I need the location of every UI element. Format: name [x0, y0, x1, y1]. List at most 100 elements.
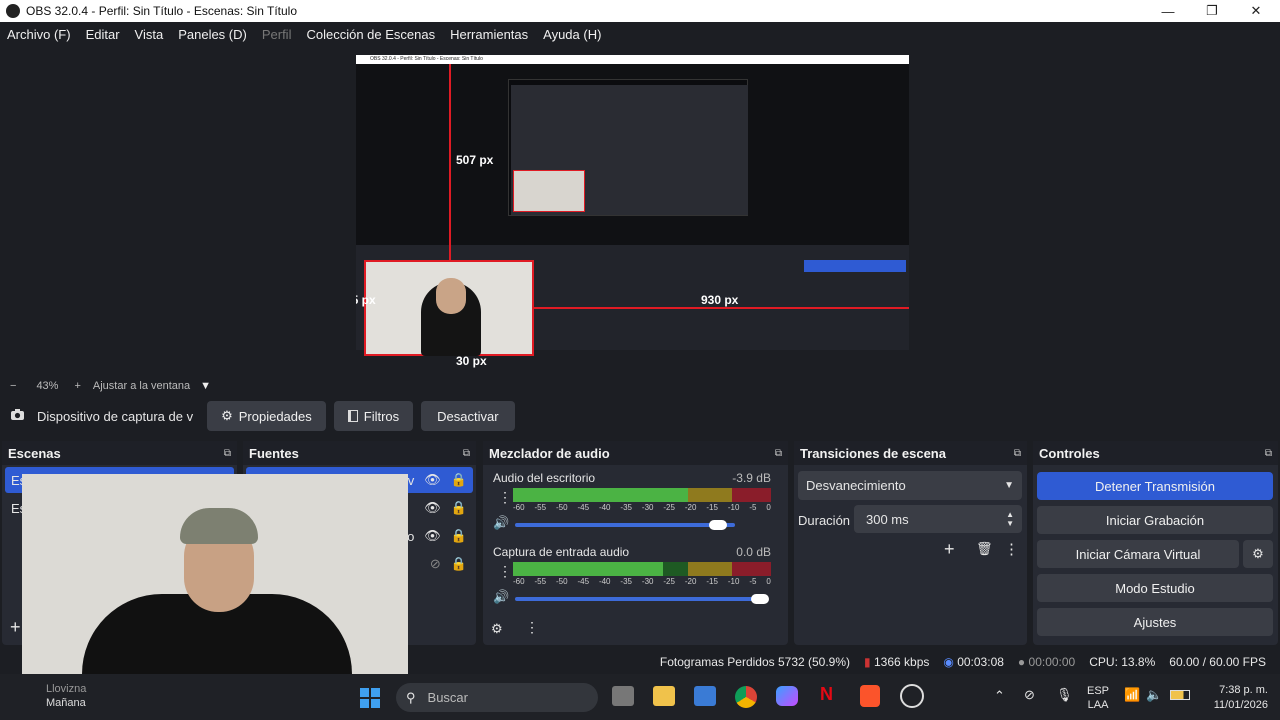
obs-taskbar-icon[interactable] [900, 684, 924, 708]
stop-stream-button[interactable]: Detener Transmisión [1037, 472, 1273, 500]
search-icon: ⚲ [406, 689, 416, 705]
properties-button[interactable]: ⚙ Propiedades [207, 401, 326, 431]
tray-chevron-icon[interactable]: ⌃ [994, 688, 1005, 704]
language-indicator[interactable]: ESP LAA [1087, 684, 1109, 712]
title-bar: OBS 32.0.4 - Perfil: Sin Título - Escena… [0, 0, 1280, 22]
gear-icon: ⚙ [221, 408, 233, 423]
zoom-bar: − 43% + Ajustar a la ventana ▼ [0, 377, 1280, 395]
inner-webcam [513, 170, 585, 212]
menu-perfil[interactable]: Perfil [255, 27, 300, 42]
zoom-out-button[interactable]: − [10, 380, 16, 392]
menu-archivo[interactable]: Archivo (F) [0, 27, 79, 42]
weather-line1: Llovizna [46, 683, 87, 695]
scenes-title: Escenas [8, 445, 61, 461]
channel-menu-icon[interactable]: ⋮ [498, 489, 512, 506]
eye-icon[interactable]: 👁 [424, 500, 441, 516]
taskbar: Llovizna Mañana ⚲ Buscar N ⌃ ⊘ 🎙 ESP LAA… [0, 674, 1280, 720]
virtual-camera-label: Iniciar Cámara Virtual [1075, 546, 1201, 562]
copilot-icon[interactable] [776, 686, 798, 706]
add-scene-button[interactable]: + [10, 617, 21, 638]
lock-icon[interactable]: 🔒 [451, 500, 467, 516]
preview-canvas[interactable]: OBS 32.0.4 - Perfil: Sin Título - Escena… [356, 55, 909, 368]
transitions-dock: Transiciones de escena ⧉ Desvanecimiento… [794, 441, 1027, 645]
measure-top-label: 507 px [456, 153, 494, 167]
camera-icon [10, 408, 25, 424]
person-cap [180, 508, 258, 544]
stream-time: ◉ 00:03:08 [943, 655, 1004, 669]
advanced-audio-icon[interactable]: ⚙ [491, 621, 503, 637]
popout-icon[interactable]: ⧉ [1014, 448, 1021, 459]
duration-input[interactable]: 300 ms ▲ ▼ [854, 505, 1022, 533]
duration-value: 300 ms [866, 511, 909, 527]
volume-slider-knob[interactable] [709, 520, 727, 530]
volume-meter [513, 488, 771, 502]
eye-hidden-icon[interactable]: ⊘ [430, 556, 441, 572]
network-off-icon[interactable]: ⊘ [1024, 687, 1035, 703]
clock[interactable]: 7:38 p. m. 11/01/2026 [1196, 683, 1268, 713]
popout-icon[interactable]: ⧉ [224, 448, 231, 459]
menu-coleccion[interactable]: Colección de Escenas [299, 27, 443, 42]
duration-label: Duración [798, 513, 851, 528]
brave-icon[interactable] [860, 685, 880, 707]
menu-vista[interactable]: Vista [128, 27, 172, 42]
menu-editar[interactable]: Editar [79, 27, 128, 42]
weather-widget[interactable]: Llovizna Mañana [46, 682, 86, 710]
minimize-button[interactable]: — [1146, 4, 1190, 19]
filters-button[interactable]: Filtros [333, 401, 414, 431]
task-view-icon[interactable] [612, 686, 634, 706]
transition-select[interactable]: Desvanecimiento ▼ [798, 471, 1022, 500]
selected-source-box[interactable] [364, 260, 534, 356]
menu-herramientas[interactable]: Herramientas [443, 27, 536, 42]
cpu-usage: CPU: 13.8% [1089, 655, 1156, 669]
speaker-icon[interactable]: 🔊 [493, 515, 509, 531]
lock-icon[interactable]: 🔒 [451, 556, 467, 572]
volume-slider-knob[interactable] [751, 594, 769, 604]
volume-slider[interactable] [515, 523, 735, 527]
spin-arrows-icon[interactable]: ▲ ▼ [1006, 510, 1014, 528]
channel-menu-icon[interactable]: ⋮ [498, 563, 512, 580]
trash-icon[interactable]: 🗑 [976, 541, 993, 557]
microphone-icon[interactable]: 🎙 [1056, 687, 1073, 703]
chrome-icon[interactable] [735, 686, 757, 708]
studio-mode-button[interactable]: Modo Estudio [1037, 574, 1273, 602]
virtual-camera-settings-button[interactable]: ⚙ [1243, 540, 1273, 568]
chevron-down-icon: ▼ [1004, 480, 1014, 491]
close-button[interactable]: ✕ [1234, 3, 1278, 19]
maximize-button[interactable]: ❐ [1190, 3, 1234, 19]
zoom-in-button[interactable]: + [74, 380, 80, 392]
lock-icon[interactable]: 🔒 [451, 472, 467, 488]
inner-transmit-btn [804, 260, 906, 272]
channel-mic: Captura de entrada audio 0.0 dB ⋮ -60 -55… [493, 545, 773, 617]
taskbar-search[interactable]: ⚲ Buscar [396, 683, 598, 712]
zoom-dropdown-icon[interactable]: ▼ [200, 380, 211, 392]
battery-icon[interactable] [1170, 690, 1190, 700]
volume-icon[interactable]: 🔈 [1146, 687, 1162, 703]
transitions-header: Transiciones de escena ⧉ [794, 441, 1027, 465]
rec-time: ● 00:00:00 [1017, 655, 1076, 669]
source-toolbar: Dispositivo de captura de v ⚙ Propiedade… [0, 396, 1280, 436]
menu-paneles[interactable]: Paneles (D) [171, 27, 255, 42]
transition-menu-icon[interactable]: ⋮ [1004, 540, 1019, 558]
eye-icon[interactable]: 👁 [424, 472, 441, 488]
menu-ayuda[interactable]: Ayuda (H) [536, 27, 609, 42]
start-recording-button[interactable]: Iniciar Grabación [1037, 506, 1273, 534]
file-explorer-icon[interactable] [653, 686, 675, 706]
popout-icon[interactable]: ⧉ [1265, 448, 1272, 459]
netflix-icon[interactable]: N [820, 684, 833, 705]
virtual-camera-button[interactable]: Iniciar Cámara Virtual [1037, 540, 1239, 568]
transitions-title: Transiciones de escena [800, 445, 946, 461]
eye-icon[interactable]: 👁 [424, 528, 441, 544]
settings-button[interactable]: Ajustes [1037, 608, 1273, 636]
zoom-value: 43% [36, 380, 59, 392]
windows-start-icon[interactable] [360, 688, 380, 708]
mixer-menu-icon[interactable]: ⋮ [525, 619, 539, 636]
wifi-icon[interactable]: 📶 [1124, 687, 1140, 703]
store-icon[interactable] [694, 686, 716, 706]
popout-icon[interactable]: ⧉ [463, 448, 470, 459]
deactivate-button[interactable]: Desactivar [421, 401, 515, 431]
popout-icon[interactable]: ⧉ [775, 448, 782, 459]
volume-slider[interactable] [515, 597, 763, 601]
speaker-icon[interactable]: 🔊 [493, 589, 509, 605]
add-transition-button[interactable]: + [944, 539, 955, 560]
lock-icon[interactable]: 🔒 [451, 528, 467, 544]
